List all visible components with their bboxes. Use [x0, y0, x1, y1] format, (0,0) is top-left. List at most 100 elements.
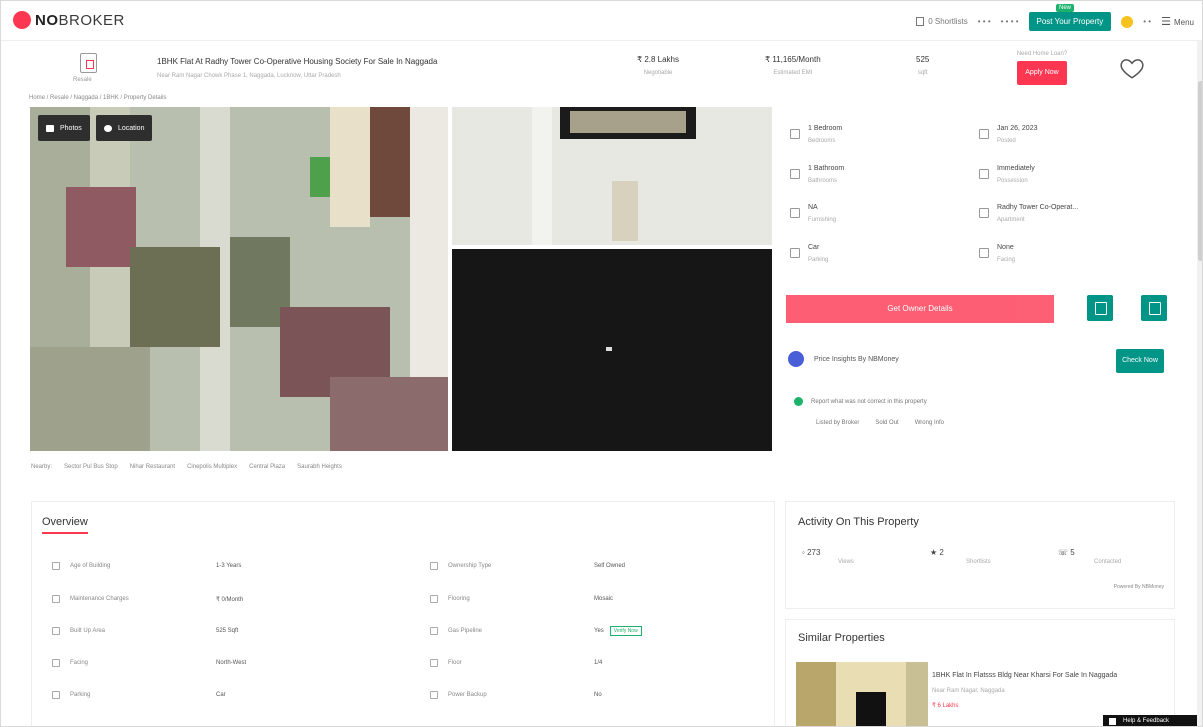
post-property-button[interactable]: Post Your Property	[1028, 12, 1112, 31]
page-scrollbar[interactable]	[1197, 41, 1202, 726]
overview-label: Built Up Area	[52, 627, 105, 635]
landmark-item[interactable]: Nihar Restaurant	[130, 464, 175, 470]
overview-value: Mosaic	[594, 596, 614, 602]
overview-label: Parking	[52, 691, 90, 699]
similar-property-address: Near Ram Nagar, Naggada	[932, 688, 1005, 694]
coin-icon[interactable]	[1121, 15, 1134, 28]
header-link-1[interactable]: • • •	[978, 17, 991, 26]
photo-marker	[606, 347, 612, 351]
shortlist-icon	[916, 17, 925, 26]
location-button[interactable]: Location	[96, 115, 153, 141]
apply-now-button[interactable]: Apply Now	[1017, 61, 1067, 85]
shortlist-label: 0 Shortlists	[928, 17, 968, 26]
secondary-photo-top[interactable]	[452, 107, 772, 245]
overview-label: Maintenance Charges	[52, 595, 129, 603]
breadcrumb[interactable]: Home / Resale / Naggada / 1BHK / Propert…	[29, 95, 166, 101]
overview-value: ₹ 0/Month	[216, 597, 244, 603]
calendar-icon	[979, 129, 989, 139]
heart-icon[interactable]	[1119, 55, 1145, 81]
shortlist-link[interactable]: 0 Shortlists	[916, 17, 968, 26]
overview-value: No	[594, 692, 602, 698]
price-value: ₹ 2.8 Lakhs	[637, 55, 680, 64]
verify-now-button[interactable]: Verify Now	[609, 626, 642, 636]
new-badge: New	[1055, 4, 1074, 12]
check-now-button[interactable]: Check Now	[1116, 349, 1164, 373]
detail-parking: Car Parking	[790, 244, 970, 278]
price-insights-text: Price Insights By NBMoney	[814, 355, 899, 363]
header-link-2[interactable]: • • • •	[1001, 17, 1019, 26]
emi-block: ₹ 11,165/Month Estimated EMI	[765, 55, 821, 76]
floor-icon	[430, 659, 438, 667]
landmark-item[interactable]: Sector Pul Bus Stop	[64, 464, 118, 470]
home-loan-question: Need Home Loan?	[1016, 51, 1068, 57]
get-owner-details-button[interactable]: Get Owner Details	[786, 295, 1054, 323]
report-option-wrong[interactable]: Wrong Info	[915, 420, 944, 426]
schedule-visit-icon[interactable]	[1087, 295, 1113, 321]
logo-prefix: NO	[35, 11, 59, 29]
report-option-broker[interactable]: Listed by Broker	[816, 420, 859, 426]
menu-label: Menu	[1173, 18, 1194, 27]
emi-label: Estimated EMI	[773, 70, 813, 76]
maintenance-icon	[52, 595, 60, 603]
similar-property-title[interactable]: 1BHK Flat In Flatsss Bldg Near Kharsi Fo…	[932, 672, 1117, 679]
price-block: ₹ 2.8 Lakhs Negotiable	[637, 55, 679, 76]
building-age-icon	[52, 562, 60, 570]
activity-section: Activity On This Property ◦ 273 Views ★ …	[785, 501, 1175, 609]
sofa-icon	[790, 208, 800, 218]
area-label: sqft	[917, 70, 928, 76]
flooring-icon	[430, 595, 438, 603]
report-options: Listed by Broker Sold Out Wrong Info	[816, 420, 960, 426]
overview-label: Facing	[52, 659, 88, 667]
detail-bedrooms: 1 Bedroom Bedrooms	[790, 125, 970, 159]
overview-value: Yes Verify Now	[594, 626, 642, 636]
detail-posted: Jan 26, 2023 Posted	[979, 125, 1159, 159]
landmark-item[interactable]: Central Plaza	[249, 464, 285, 470]
landmark-item[interactable]: Cinepolis Multiplex	[187, 464, 237, 470]
location-pin-icon	[104, 124, 112, 132]
landmark-item[interactable]: Saurabh Heights	[297, 464, 342, 470]
bath-icon	[790, 169, 800, 179]
secondary-photo-bottom[interactable]	[452, 249, 772, 451]
bed-icon	[790, 129, 800, 139]
overview-label: Power Backup	[430, 691, 487, 699]
overview-label: Floor	[430, 659, 462, 667]
logo-suffix: BROKER	[58, 11, 125, 29]
similar-properties-section: Similar Properties 1BHK Flat In Flatsss …	[785, 619, 1175, 726]
page: NOBROKER New 0 Shortlists • • • • • • • …	[0, 0, 1203, 727]
car-icon	[790, 248, 800, 258]
top-header: NOBROKER New 0 Shortlists • • • • • • • …	[1, 1, 1202, 41]
nobroker-logo[interactable]: NOBROKER	[13, 11, 125, 29]
overview-value: 1/4	[594, 660, 603, 666]
building-icon	[979, 208, 989, 218]
price-label: Negotiable	[643, 70, 673, 76]
overview-value: 1-3 Years	[216, 563, 242, 569]
scrollbar-thumb[interactable]	[1198, 81, 1202, 261]
compass-icon	[979, 248, 989, 258]
activity-title: Activity On This Property	[798, 516, 919, 528]
chat-icon[interactable]	[1141, 295, 1167, 321]
user-menu-icon[interactable]: • •	[1143, 17, 1151, 26]
report-option-sold[interactable]: Sold Out	[875, 420, 898, 426]
hamburger-icon[interactable]: ☰ Menu	[1161, 15, 1194, 28]
activity-footer: Powered By NBMoney	[1113, 584, 1164, 590]
overview-value: North-West	[216, 660, 247, 666]
resale-label: Resale	[73, 77, 92, 83]
clock-icon	[979, 169, 989, 179]
facing-icon	[52, 659, 60, 667]
car-icon	[52, 691, 60, 699]
overview-label: Gas Pipeline	[430, 627, 482, 635]
overview-label: Flooring	[430, 595, 470, 603]
similar-property-photo[interactable]	[796, 662, 928, 726]
help-feedback-button[interactable]: Help & Feedback	[1103, 715, 1202, 726]
detail-bathrooms: 1 Bathroom Bathrooms	[790, 165, 970, 199]
logo-mark-icon	[13, 11, 31, 29]
report-icon	[794, 397, 803, 406]
power-backup-icon	[430, 691, 438, 699]
gas-pipeline-icon	[430, 627, 438, 635]
detail-apartment: Radhy Tower Co-Operat... Apartment	[979, 204, 1159, 238]
resale-home-icon	[80, 53, 97, 73]
main-photo[interactable]: Photos Location	[30, 107, 448, 451]
area-block: 525 sqft	[916, 55, 929, 76]
photos-button[interactable]: Photos	[38, 115, 90, 141]
report-section: Report what was not correct in this prop…	[794, 397, 927, 406]
